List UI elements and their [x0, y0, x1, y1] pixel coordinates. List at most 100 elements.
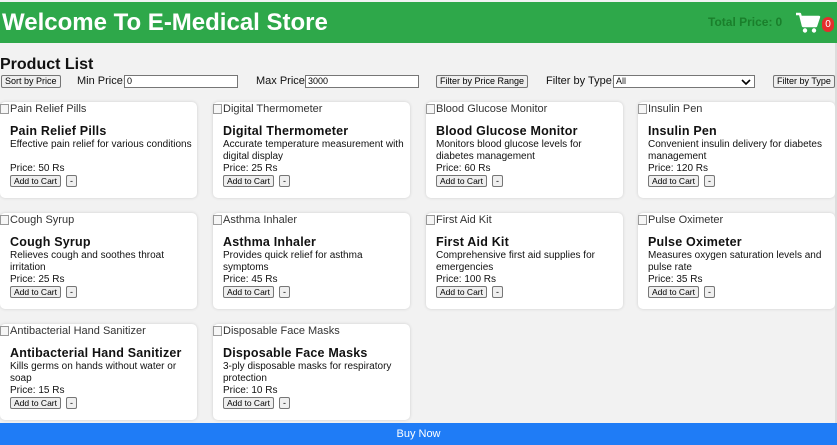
- product-name: Cough Syrup: [10, 235, 91, 249]
- filter-by-type-button[interactable]: Filter by Type: [773, 75, 835, 88]
- product-image-alt: Antibacterial Hand Sanitizer: [10, 325, 146, 337]
- product-name: Blood Glucose Monitor: [436, 124, 578, 138]
- product-description: Provides quick relief for asthma symptom…: [223, 250, 363, 273]
- remove-from-cart-button[interactable]: -: [66, 286, 77, 298]
- product-image: Antibacterial Hand Sanitizer: [0, 325, 146, 337]
- product-price: Price: 35 Rs: [648, 274, 703, 285]
- product-card: First Aid Kit First Aid Kit Comprehensive …: [426, 213, 623, 309]
- total-price: Total Price: 0: [705, 15, 782, 29]
- product-price: Price: 25 Rs: [223, 163, 278, 174]
- store-title: Welcome To E-Medical Store: [2, 8, 328, 36]
- add-to-cart-button[interactable]: Add to Cart: [223, 286, 274, 298]
- add-to-cart-button[interactable]: Add to Cart: [648, 175, 699, 187]
- product-image-alt: Pain Relief Pills: [10, 103, 87, 115]
- remove-from-cart-button[interactable]: -: [279, 286, 290, 298]
- product-image: Pulse Oximeter: [638, 214, 723, 226]
- add-to-cart-button[interactable]: Add to Cart: [436, 286, 487, 298]
- product-card: Cough Syrup Cough Syrup Relieves cough and…: [0, 213, 197, 309]
- product-card: Antibacterial Hand Sanitizer Antibacteria…: [0, 324, 197, 420]
- add-to-cart-button[interactable]: Add to Cart: [648, 286, 699, 298]
- product-name: Disposable Face Masks: [223, 346, 368, 360]
- product-image-alt: Digital Thermometer: [223, 103, 323, 115]
- add-to-cart-button[interactable]: Add to Cart: [436, 175, 487, 187]
- product-image-alt: First Aid Kit: [436, 214, 492, 226]
- product-description: Effective pain relief for various condit…: [10, 139, 192, 150]
- filter-by-price-range-button[interactable]: Filter by Price Range: [436, 75, 529, 88]
- remove-from-cart-button[interactable]: -: [279, 175, 290, 187]
- add-to-cart-button[interactable]: Add to Cart: [223, 175, 274, 187]
- broken-image-icon: [213, 215, 222, 225]
- chevron-down-icon: [741, 79, 751, 86]
- product-image: First Aid Kit: [426, 214, 492, 226]
- remove-from-cart-button[interactable]: -: [704, 286, 715, 298]
- product-description: Monitors blood glucose levels for diabet…: [436, 139, 582, 162]
- broken-image-icon: [0, 215, 9, 225]
- type-select-value: All: [616, 76, 627, 86]
- total-price-value: 0: [775, 15, 783, 29]
- product-card: Digital Thermometer Digital Thermometer Ac…: [213, 102, 410, 198]
- broken-image-icon: [0, 104, 9, 114]
- broken-image-icon: [638, 104, 647, 114]
- min-price-input[interactable]: 0: [124, 75, 238, 88]
- product-card: Asthma Inhaler Asthma Inhaler Provides qui…: [213, 213, 410, 309]
- product-price: Price: 120 Rs: [648, 163, 709, 174]
- total-price-label: Total Price:: [708, 15, 773, 29]
- product-name: Asthma Inhaler: [223, 235, 317, 249]
- type-select[interactable]: All: [613, 75, 755, 88]
- remove-from-cart-button[interactable]: -: [492, 286, 503, 298]
- product-price: Price: 15 Rs: [10, 385, 65, 396]
- broken-image-icon: [0, 326, 9, 336]
- filter-type-label: Filter by Type:: [546, 75, 615, 87]
- remove-from-cart-button[interactable]: -: [704, 175, 715, 187]
- product-price: Price: 45 Rs: [223, 274, 278, 285]
- cart-count-badge: 0: [822, 17, 834, 32]
- product-image: Insulin Pen: [638, 103, 702, 115]
- sort-by-price-button[interactable]: Sort by Price: [1, 75, 61, 88]
- product-price: Price: 60 Rs: [436, 163, 491, 174]
- max-price-input[interactable]: 3000: [305, 75, 419, 88]
- product-image-alt: Pulse Oximeter: [648, 214, 724, 226]
- product-price: Price: 100 Rs: [436, 274, 497, 285]
- product-name: Digital Thermometer: [223, 124, 349, 138]
- max-price-label: Max Price:: [256, 75, 308, 87]
- product-image-alt: Disposable Face Masks: [223, 325, 340, 337]
- product-image-alt: Asthma Inhaler: [223, 214, 297, 226]
- broken-image-icon: [213, 326, 222, 336]
- add-to-cart-button[interactable]: Add to Cart: [10, 286, 61, 298]
- header-bar: Welcome To E-Medical Store Total Price: 0…: [0, 2, 837, 43]
- product-description: Convenient insulin delivery for diabetes…: [648, 139, 822, 162]
- broken-image-icon: [638, 215, 647, 225]
- add-to-cart-button[interactable]: Add to Cart: [10, 397, 61, 409]
- buy-now-button[interactable]: Buy Now: [0, 423, 837, 445]
- product-name: Pulse Oximeter: [648, 235, 742, 249]
- product-card: Pain Relief Pills Pain Relief Pills Effect…: [0, 102, 197, 198]
- product-name: Antibacterial Hand Sanitizer: [10, 346, 182, 360]
- filter-bar: Sort by Price Min Price: 0 Max Price: 30…: [0, 74, 837, 90]
- product-image-alt: Insulin Pen: [648, 103, 703, 115]
- broken-image-icon: [426, 215, 435, 225]
- product-description: Accurate temperature measurement with di…: [223, 139, 404, 162]
- product-image: Pain Relief Pills: [0, 103, 86, 115]
- product-description: 3-ply disposable masks for respiratory p…: [223, 361, 392, 384]
- product-image: Blood Glucose Monitor: [426, 103, 547, 115]
- product-list-title: Product List: [0, 56, 94, 73]
- product-card: Blood Glucose Monitor Blood Glucose Monit…: [426, 102, 623, 198]
- shopping-cart-icon[interactable]: [795, 12, 821, 34]
- product-image-alt: Blood Glucose Monitor: [436, 103, 548, 115]
- product-image: Digital Thermometer: [213, 103, 322, 115]
- add-to-cart-button[interactable]: Add to Cart: [10, 175, 61, 187]
- remove-from-cart-button[interactable]: -: [492, 175, 503, 187]
- remove-from-cart-button[interactable]: -: [66, 397, 77, 409]
- remove-from-cart-button[interactable]: -: [66, 175, 77, 187]
- broken-image-icon: [426, 104, 435, 114]
- product-name: First Aid Kit: [436, 235, 509, 249]
- broken-image-icon: [213, 104, 222, 114]
- product-price: Price: 10 Rs: [223, 385, 278, 396]
- product-name: Insulin Pen: [648, 124, 717, 138]
- product-card: Pulse Oximeter Pulse Oximeter Measures oxy…: [638, 213, 835, 309]
- remove-from-cart-button[interactable]: -: [279, 397, 290, 409]
- product-image: Asthma Inhaler: [213, 214, 297, 226]
- product-image: Cough Syrup: [0, 214, 74, 226]
- product-description: Measures oxygen saturation levels and pu…: [648, 250, 822, 273]
- add-to-cart-button[interactable]: Add to Cart: [223, 397, 274, 409]
